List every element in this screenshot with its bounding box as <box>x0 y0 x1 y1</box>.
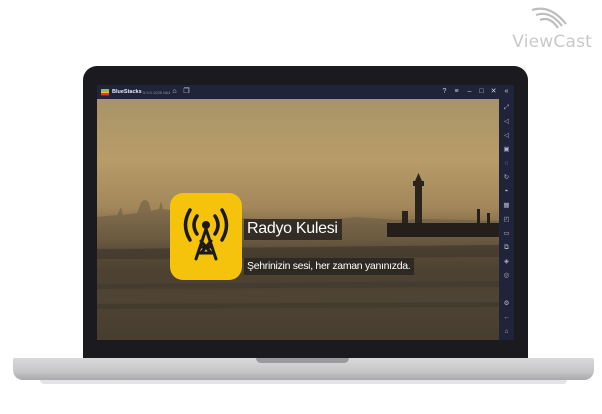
app-name: Radyo Kulesi <box>244 219 342 240</box>
folder-icon[interactable]: ▭ <box>502 229 511 238</box>
radio-app-icon <box>170 193 242 280</box>
viewcast-watermark: ViewCast <box>502 6 592 52</box>
sidebar-toggle-icon[interactable]: « <box>502 87 511 96</box>
gamepad-icon[interactable]: ◓ <box>502 187 511 196</box>
emulator-sidebar: ⤢ ◁ ◁ ▣ ◌ ↻ ◓ ▦ ◰ ▭ ⧉ ◈ ◎ ⚙ ← ⌂ <box>499 99 514 340</box>
radio-tower-icon <box>183 208 229 261</box>
emulator-version: 5.9.0.1028 N64 <box>143 89 171 95</box>
fullscreen-icon[interactable]: ⤢ <box>502 103 511 112</box>
laptop-notch <box>256 358 349 363</box>
home-button-icon[interactable]: ⌂ <box>502 327 511 336</box>
volume-up-icon[interactable]: ◁ <box>502 117 511 126</box>
rotate-icon[interactable]: ↻ <box>502 173 511 182</box>
app-tagline: Şehrinizin sesi, her zaman yanınızda. <box>244 258 415 275</box>
help-icon[interactable]: ? <box>440 87 449 96</box>
menu-icon[interactable]: ≡ <box>452 87 461 96</box>
volume-down-icon[interactable]: ◁ <box>502 131 511 140</box>
signal-waves-icon <box>531 7 567 29</box>
screenshot-icon[interactable]: ◰ <box>502 215 511 224</box>
home-icon[interactable]: ⌂ <box>170 87 179 96</box>
minimize-icon[interactable]: – <box>465 87 474 96</box>
apk-icon[interactable]: ▦ <box>502 201 511 210</box>
close-icon[interactable]: ✕ <box>489 87 498 96</box>
emulator-window: BlueStacks 5.9.0.1028 N64 ⌂ ❐ ? ≡ – □ ✕ … <box>97 85 514 340</box>
watermark-text: ViewCast <box>512 32 592 52</box>
emulator-title: BlueStacks <box>112 89 142 95</box>
emulator-titlebar: BlueStacks 5.9.0.1028 N64 ⌂ ❐ ? ≡ – □ ✕ … <box>97 85 514 99</box>
eco-icon[interactable]: ◌ <box>502 159 511 168</box>
media-icon[interactable]: ▣ <box>502 145 511 154</box>
bluestacks-logo-icon <box>101 89 109 96</box>
splash-background: Radyo Kulesi Şehrinizin sesi, her zaman … <box>97 99 499 340</box>
back-icon[interactable]: ← <box>502 313 511 322</box>
maximize-icon[interactable]: □ <box>477 87 486 96</box>
layers-icon[interactable]: ◈ <box>502 257 511 266</box>
macro-icon[interactable]: ◎ <box>502 271 511 280</box>
copy-icon[interactable]: ⧉ <box>502 243 511 252</box>
laptop-base-shadow <box>40 380 567 384</box>
settings-icon[interactable]: ⚙ <box>502 299 511 308</box>
multi-instance-icon[interactable]: ❐ <box>182 87 191 96</box>
